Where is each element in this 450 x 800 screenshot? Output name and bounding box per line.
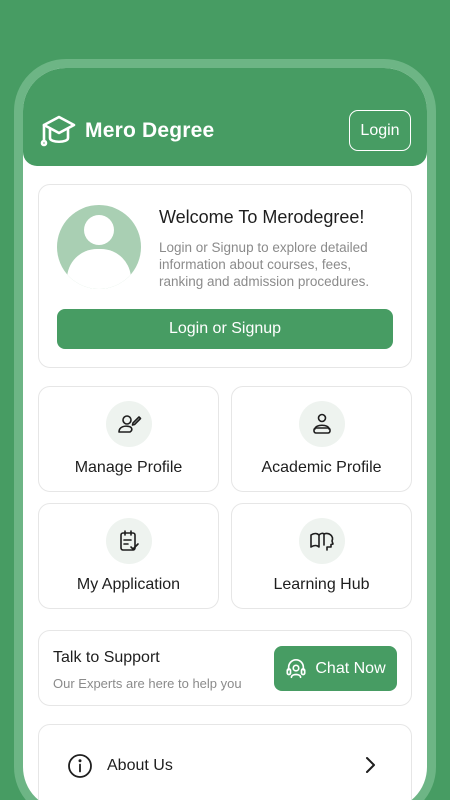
clipboard-check-icon [105, 518, 152, 564]
tile-label: Manage Profile [74, 459, 183, 476]
chevron-right-icon [366, 757, 375, 773]
chat-now-label: Chat Now [315, 659, 386, 677]
tile-manage-profile[interactable]: Manage Profile [38, 386, 219, 492]
login-button[interactable]: Login [349, 110, 411, 151]
info-icon [68, 754, 92, 778]
phone-frame: Mero Degree Login Welcome To Merodegree!… [14, 59, 436, 800]
tile-learning-hub[interactable]: Learning Hub [231, 503, 412, 609]
graduation-cap-icon [40, 115, 76, 147]
tile-academic-profile[interactable]: Academic Profile [231, 386, 412, 492]
support-subtitle: Our Experts are here to help you [53, 676, 242, 691]
user-desk-icon [298, 401, 345, 447]
avatar [57, 205, 141, 289]
avatar-body [67, 249, 131, 289]
avatar-head [84, 215, 114, 245]
tile-label: Academic Profile [261, 459, 382, 476]
about-us-label: About Us [107, 757, 173, 774]
brand-title: Mero Degree [85, 119, 215, 142]
about-us-row[interactable]: About Us [38, 724, 412, 800]
welcome-description: Login or Signup to explore detailed info… [159, 240, 370, 289]
app-header: Mero Degree Login [23, 68, 427, 166]
support-agent-icon [286, 658, 306, 678]
support-card: Talk to Support Our Experts are here to … [38, 630, 412, 706]
brand[interactable]: Mero Degree [39, 111, 214, 151]
tile-label: Learning Hub [273, 576, 370, 593]
support-title: Talk to Support [53, 649, 160, 666]
user-edit-icon [105, 401, 152, 447]
login-or-signup-button[interactable]: Login or Signup [57, 309, 393, 349]
chat-now-button[interactable]: Chat Now [274, 646, 397, 691]
tile-label: My Application [76, 576, 181, 593]
book-head-icon [298, 518, 345, 564]
welcome-title: Welcome To Merodegree! [159, 207, 365, 227]
welcome-card: Welcome To Merodegree! Login or Signup t… [38, 184, 412, 368]
tile-my-application[interactable]: My Application [38, 503, 219, 609]
